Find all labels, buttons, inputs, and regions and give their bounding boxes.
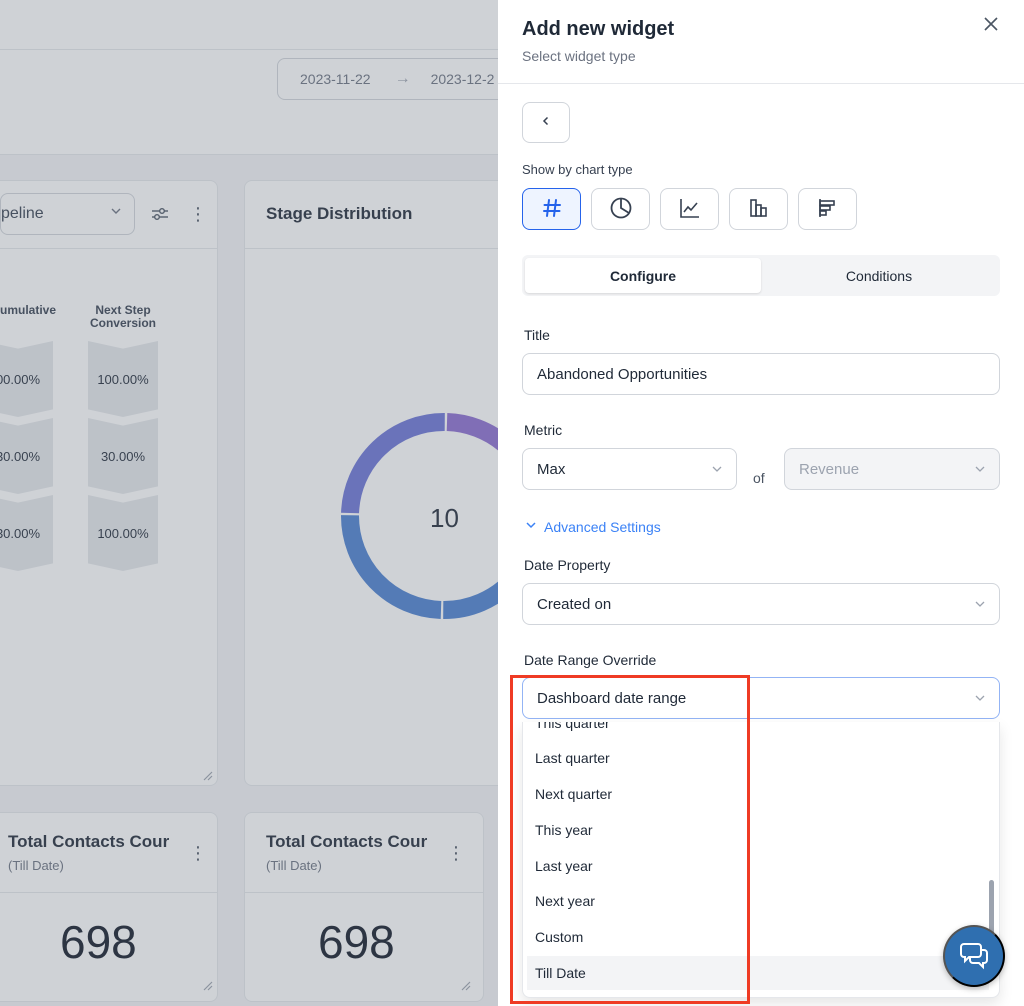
hash-icon	[541, 197, 563, 222]
chart-type-selector	[522, 188, 857, 230]
date-property-value: Created on	[537, 595, 612, 613]
modal-overlay[interactable]	[0, 0, 498, 1006]
drawer-header: Add new widget Select widget type	[498, 0, 1024, 84]
title-input[interactable]	[522, 353, 1000, 395]
metric-aggregation-select[interactable]: Max	[522, 448, 737, 490]
tab-conditions[interactable]: Conditions	[761, 258, 997, 293]
line-chart-icon	[678, 196, 702, 223]
drawer-title: Add new widget	[522, 18, 675, 40]
date-range-override-label: Date Range Override	[524, 652, 657, 668]
metric-of-text: of	[753, 470, 765, 486]
metric-field-select[interactable]: Revenue	[784, 448, 1000, 490]
chat-bubbles-icon	[957, 938, 991, 975]
chart-type-number-button[interactable]	[522, 188, 581, 230]
chart-type-line-button[interactable]	[660, 188, 719, 230]
metric-aggregation-value: Max	[537, 460, 566, 478]
chevron-down-icon	[524, 518, 538, 535]
config-tabs: Configure Conditions	[522, 255, 1000, 296]
drawer-subtitle: Select widget type	[522, 48, 636, 64]
annotation-highlight-box	[510, 675, 750, 1004]
chevron-down-icon	[973, 691, 987, 705]
bar-chart-icon	[747, 196, 771, 223]
chevron-down-icon	[973, 462, 987, 476]
metric-field-placeholder: Revenue	[799, 460, 860, 478]
advanced-settings-toggle[interactable]: Advanced Settings	[524, 518, 661, 535]
chart-type-bar-button[interactable]	[729, 188, 788, 230]
chevron-down-icon	[973, 597, 987, 611]
title-label: Title	[524, 327, 550, 343]
dashboard-background: peline ⋮ umulative Next Step Conversion …	[0, 0, 498, 1006]
date-property-label: Date Property	[524, 557, 611, 573]
advanced-settings-label: Advanced Settings	[544, 518, 661, 535]
date-property-select[interactable]: Created on	[522, 583, 1000, 625]
chevron-left-icon	[540, 115, 552, 130]
back-button[interactable]	[522, 102, 570, 143]
chart-type-pie-button[interactable]	[591, 188, 650, 230]
chevron-down-icon	[710, 462, 724, 476]
pie-chart-icon	[609, 196, 633, 223]
horizontal-bar-chart-icon	[816, 196, 840, 223]
chart-type-horizontal-bar-button[interactable]	[798, 188, 857, 230]
overlay-segment	[277, 58, 499, 100]
tab-configure[interactable]: Configure	[525, 258, 761, 293]
close-icon[interactable]	[980, 13, 1002, 35]
chart-type-label: Show by chart type	[522, 162, 633, 177]
metric-label: Metric	[524, 422, 563, 438]
chat-button[interactable]	[943, 925, 1005, 987]
